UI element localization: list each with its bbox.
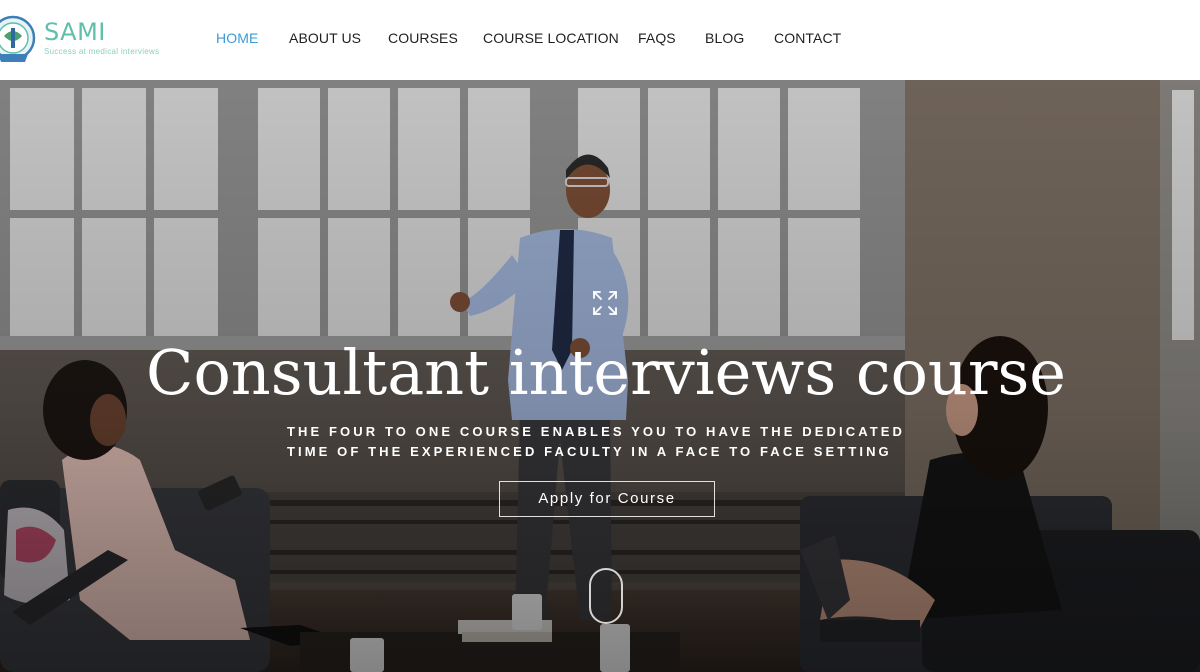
hero-subtitle: THE FOUR TO ONE COURSE ENABLES YOU TO HA… bbox=[287, 422, 947, 462]
logo-badge-icon bbox=[0, 15, 36, 62]
nav-item-contact[interactable]: CONTACT bbox=[774, 30, 841, 46]
expand-icon[interactable] bbox=[592, 290, 618, 316]
hero-banner: Consultant interviews course THE FOUR TO… bbox=[0, 80, 1200, 672]
hero-title: Consultant interviews course bbox=[146, 336, 1066, 409]
nav-item-blog[interactable]: BLOG bbox=[705, 30, 744, 46]
site-logo[interactable]: SAMI Success at medical interviews bbox=[0, 6, 190, 70]
hero-subtitle-line-2: TIME OF THE EXPERIENCED FACULTY IN A FAC… bbox=[287, 444, 892, 459]
scroll-down-icon[interactable] bbox=[589, 568, 623, 624]
nav-item-home[interactable]: HOME bbox=[216, 30, 258, 46]
nav-item-about-us[interactable]: ABOUT US bbox=[289, 30, 361, 46]
nav-item-course-location[interactable]: COURSE LOCATION bbox=[483, 30, 619, 46]
site-header: SAMI Success at medical interviews HOME … bbox=[0, 0, 1200, 80]
apply-for-course-button[interactable]: Apply for Course bbox=[499, 481, 715, 517]
brand-tagline: Success at medical interviews bbox=[44, 47, 160, 56]
hero-subtitle-line-1: THE FOUR TO ONE COURSE ENABLES YOU TO HA… bbox=[287, 424, 906, 439]
brand-name: SAMI bbox=[44, 18, 106, 46]
nav-item-courses[interactable]: COURSES bbox=[388, 30, 458, 46]
nav-item-faqs[interactable]: FAQS bbox=[638, 30, 676, 46]
